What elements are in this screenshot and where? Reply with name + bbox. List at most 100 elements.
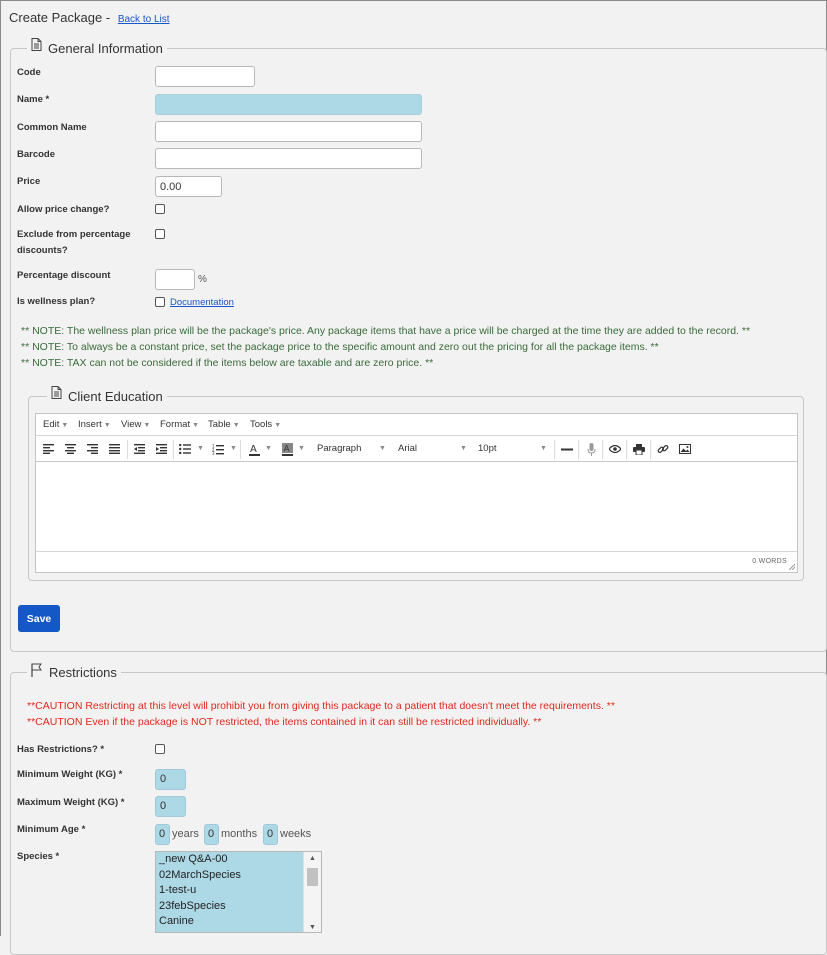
species-option[interactable]: Canine xyxy=(156,914,304,930)
align-justify-icon[interactable] xyxy=(108,442,120,456)
toolbar-divider xyxy=(240,440,241,459)
min-weight-label: Minimum Weight (KG) * xyxy=(17,769,123,780)
species-option[interactable]: 02MarchSpecies xyxy=(156,868,304,884)
price-input[interactable] xyxy=(155,176,222,197)
general-information-title: General Information xyxy=(48,41,163,56)
species-option[interactable]: _new Q&A-00 xyxy=(156,852,304,868)
editor-content-area[interactable] xyxy=(36,463,797,552)
exclude-discounts-checkbox[interactable] xyxy=(155,229,165,239)
menu-insert[interactable]: Insert ▼ xyxy=(78,419,111,430)
editor-statusbar: 0 WORDS xyxy=(36,551,797,572)
common-name-label: Common Name xyxy=(17,122,87,133)
indent-icon[interactable] xyxy=(155,442,167,456)
editor-toolbar: ▼ 123 ▼ A ▼ A ▼ Paragraph ▼ Arial ▼ 10pt… xyxy=(36,437,797,462)
back-to-list-link[interactable]: Back to List xyxy=(118,14,170,25)
client-education-legend: Client Education xyxy=(47,386,167,404)
exclude-discounts-label: Exclude from percentage discounts? xyxy=(17,227,131,259)
chevron-down-icon: ▼ xyxy=(232,422,240,429)
allow-price-change-checkbox[interactable] xyxy=(155,204,165,214)
outdent-icon[interactable] xyxy=(133,442,145,456)
species-label: Species * xyxy=(17,851,60,862)
preview-eye-icon[interactable] xyxy=(608,442,621,456)
code-input[interactable] xyxy=(155,66,255,87)
chevron-down-icon[interactable]: ▼ xyxy=(265,445,272,452)
species-option[interactable]: 1-test-u xyxy=(156,883,304,899)
chevron-down-icon: ▼ xyxy=(274,422,282,429)
microphone-icon[interactable] xyxy=(585,442,597,456)
common-name-input[interactable] xyxy=(155,121,422,142)
scrollbar-thumb[interactable] xyxy=(307,868,318,886)
species-option[interactable]: 23febSpecies xyxy=(156,899,304,915)
restriction-caution-1: **CAUTION Restricting at this level will… xyxy=(27,700,615,712)
menu-tools[interactable]: Tools ▼ xyxy=(250,419,281,430)
wellness-plan-checkbox[interactable] xyxy=(155,297,165,307)
scroll-down-icon[interactable]: ▼ xyxy=(309,924,316,931)
align-center-icon[interactable] xyxy=(64,442,76,456)
years-unit: years xyxy=(172,828,199,840)
save-button[interactable]: Save xyxy=(18,605,60,632)
min-age-months-input[interactable]: 0 xyxy=(204,824,219,845)
price-label: Price xyxy=(17,176,41,187)
menu-edit[interactable]: Edit ▼ xyxy=(43,419,68,430)
code-label: Code xyxy=(17,67,41,78)
block-format-value: Paragraph xyxy=(317,443,362,454)
name-input[interactable] xyxy=(155,94,422,115)
chevron-down-icon: ▼ xyxy=(460,445,467,452)
flag-icon xyxy=(31,663,42,677)
documentation-link[interactable]: Documentation xyxy=(170,297,234,308)
link-icon[interactable] xyxy=(656,442,669,456)
restrictions-title: Restrictions xyxy=(49,665,117,680)
menu-format-label: Format xyxy=(160,419,191,430)
min-weight-input[interactable]: 0 xyxy=(155,769,186,790)
species-multiselect[interactable]: _new Q&A-00 02MarchSpecies 1-test-u 23fe… xyxy=(155,851,322,933)
background-color-icon[interactable]: A xyxy=(281,442,293,456)
image-icon[interactable] xyxy=(678,442,691,456)
font-size-dropdown[interactable]: 10pt ▼ xyxy=(478,443,548,454)
document-icon xyxy=(51,386,62,399)
chevron-down-icon: ▼ xyxy=(61,422,69,429)
svg-text:3: 3 xyxy=(212,451,215,455)
has-restrictions-checkbox[interactable] xyxy=(155,744,165,754)
align-right-icon[interactable] xyxy=(86,442,98,456)
chevron-down-icon: ▼ xyxy=(379,445,386,452)
bullet-list-icon[interactable] xyxy=(179,442,191,456)
name-label: Name * xyxy=(17,94,50,105)
percentage-discount-input[interactable] xyxy=(155,269,195,290)
horizontal-line-icon[interactable] xyxy=(560,442,573,456)
toolbar-divider xyxy=(650,440,651,459)
menu-view[interactable]: View ▼ xyxy=(121,419,150,430)
chevron-down-icon[interactable]: ▼ xyxy=(197,445,204,452)
menu-table[interactable]: Table ▼ xyxy=(208,419,240,430)
chevron-down-icon[interactable]: ▼ xyxy=(230,445,237,452)
toolbar-divider xyxy=(173,440,174,459)
allow-price-change-label: Allow price change? xyxy=(17,204,110,215)
max-weight-input[interactable]: 0 xyxy=(155,796,186,817)
max-weight-label: Maximum Weight (KG) * xyxy=(17,797,125,808)
menu-format[interactable]: Format ▼ xyxy=(160,419,199,430)
font-family-dropdown[interactable]: Arial ▼ xyxy=(398,443,468,454)
min-age-weeks-input[interactable]: 0 xyxy=(263,824,278,845)
min-age-years-input[interactable]: 0 xyxy=(155,824,170,845)
months-unit: months xyxy=(221,828,258,840)
editor-menubar: Edit ▼ Insert ▼ View ▼ Format ▼ Table ▼ Tools… xyxy=(36,414,797,436)
svg-text:A: A xyxy=(250,444,257,455)
scroll-up-icon[interactable]: ▲ xyxy=(309,855,316,862)
species-scrollbar[interactable]: ▲ ▼ xyxy=(303,852,321,932)
text-color-icon[interactable]: A xyxy=(248,442,260,456)
block-format-dropdown[interactable]: Paragraph ▼ xyxy=(317,443,387,454)
print-icon[interactable] xyxy=(632,442,645,456)
restriction-caution-2: **CAUTION Even if the package is NOT res… xyxy=(27,716,542,728)
barcode-input[interactable] xyxy=(155,148,422,169)
wellness-note-1: ** NOTE: The wellness plan price will be… xyxy=(21,325,751,337)
exclude-discounts-label-line2: discounts? xyxy=(17,245,68,256)
wellness-note-2: ** NOTE: To always be a constant price, … xyxy=(21,341,659,353)
chevron-down-icon: ▼ xyxy=(192,422,200,429)
font-family-value: Arial xyxy=(398,443,418,454)
numbered-list-icon[interactable]: 123 xyxy=(212,442,224,456)
resize-handle-icon[interactable] xyxy=(789,564,795,570)
toolbar-divider xyxy=(626,440,627,459)
chevron-down-icon[interactable]: ▼ xyxy=(298,445,305,452)
align-left-icon[interactable] xyxy=(42,442,54,456)
menu-table-label: Table xyxy=(208,419,231,430)
exclude-discounts-label-line1: Exclude from percentage xyxy=(17,229,131,240)
